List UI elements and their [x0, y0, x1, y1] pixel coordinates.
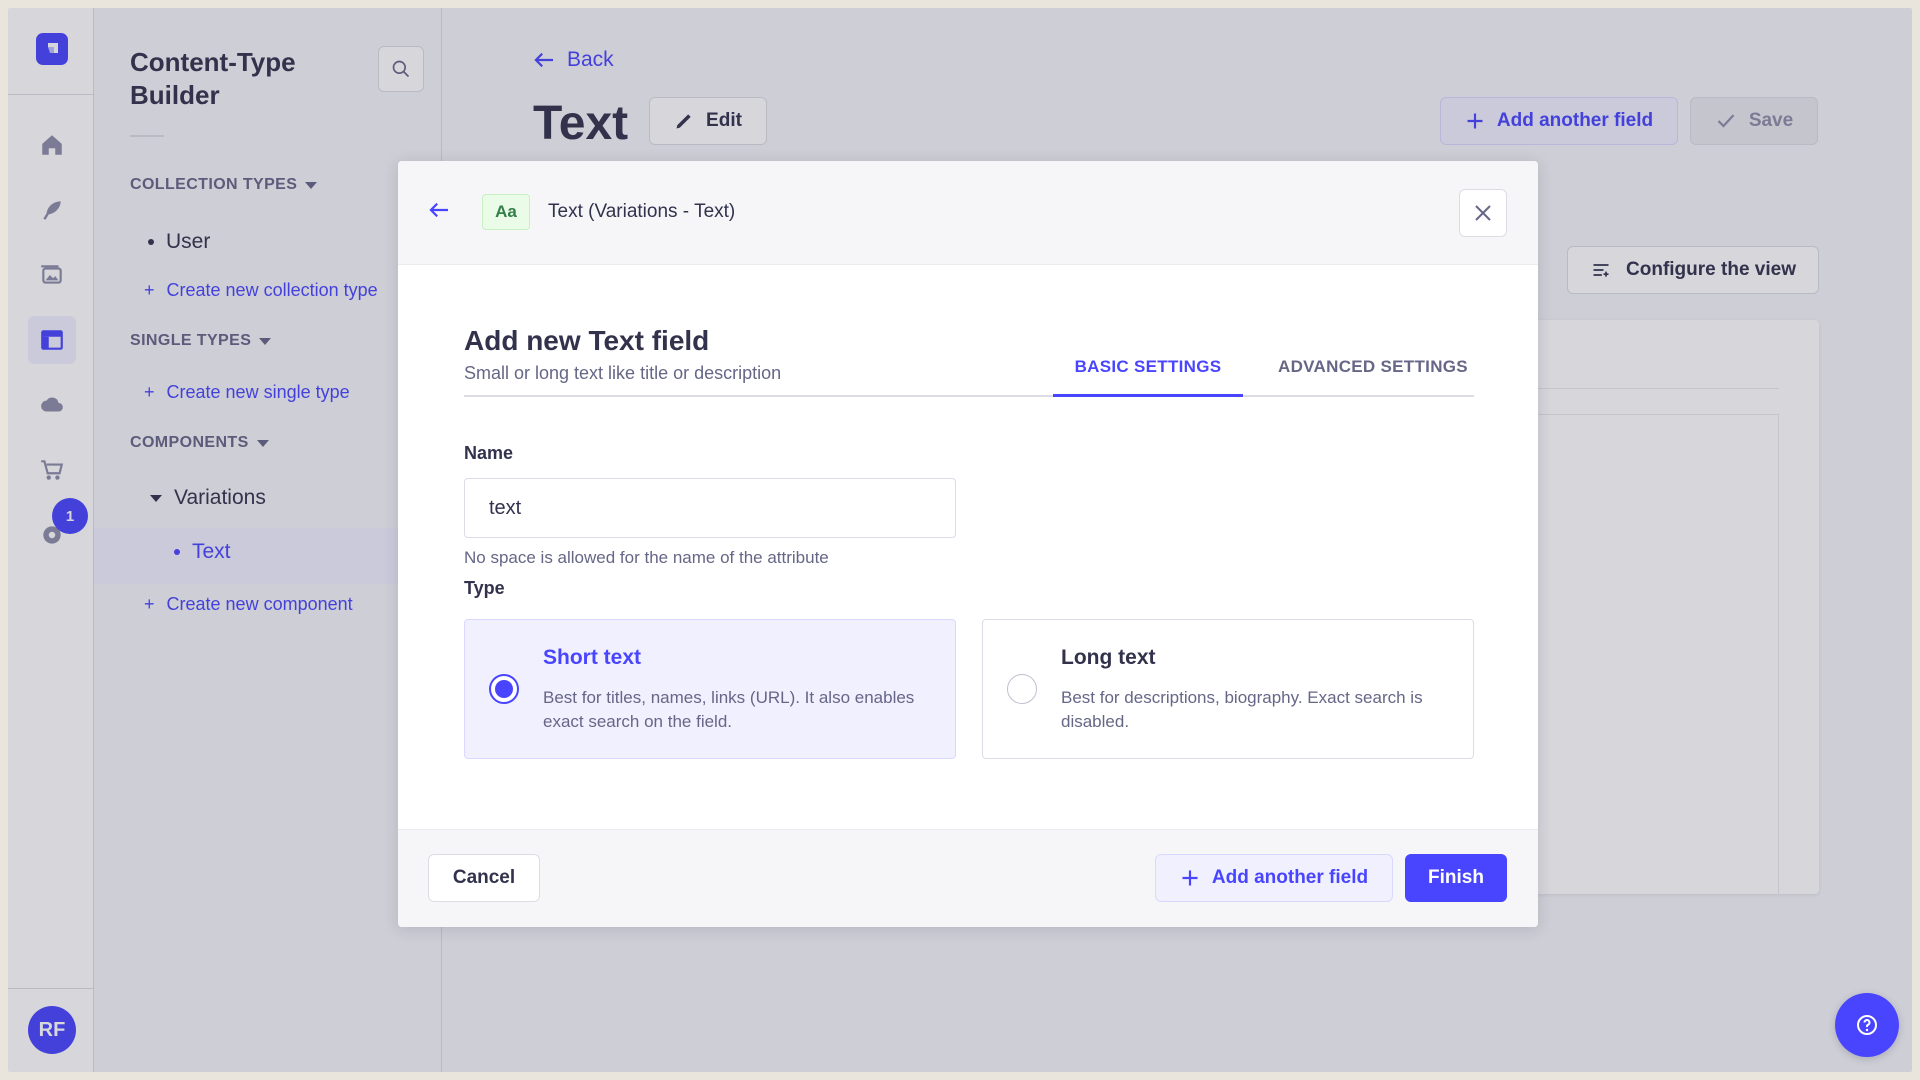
radio-dot — [495, 680, 513, 698]
cancel-button[interactable]: Cancel — [428, 854, 540, 902]
option-description: Best for titles, names, links (URL). It … — [543, 688, 915, 731]
arrow-left-icon — [429, 202, 448, 218]
close-button[interactable] — [1459, 189, 1507, 237]
name-hint: No space is allowed for the name of the … — [464, 548, 829, 567]
option-description: Best for descriptions, biography. Exact … — [1061, 688, 1423, 731]
radio-button[interactable] — [1007, 674, 1037, 704]
modal-heading: Add new Text field — [464, 325, 710, 356]
radio-button[interactable] — [489, 674, 519, 704]
text-type-icon: Aa — [482, 194, 530, 230]
modal-back-button[interactable] — [428, 201, 450, 224]
tab-advanced-settings[interactable]: ADVANCED SETTINGS — [1253, 347, 1493, 397]
name-input[interactable]: text — [464, 478, 956, 538]
button-label: Add another field — [1211, 867, 1369, 888]
modal-header: Aa Text (Variations - Text) — [398, 161, 1538, 265]
name-label: Name — [464, 443, 514, 463]
modal-breadcrumb: Text (Variations - Text) — [548, 201, 736, 222]
option-title: Long text — [1061, 646, 1156, 669]
modal-footer: Cancel Add another field Finish — [398, 829, 1538, 927]
help-button[interactable] — [1835, 993, 1899, 1057]
modal-subheading: Small or long text like title or descrip… — [464, 363, 782, 383]
finish-button[interactable]: Finish — [1405, 854, 1507, 902]
tab-basic-settings[interactable]: BASIC SETTINGS — [1053, 347, 1243, 397]
app-frame: 1 RF Content-Type Builder COLLECTION TYP… — [8, 8, 1912, 1072]
help-icon — [1857, 1015, 1877, 1035]
add-field-modal: Aa Text (Variations - Text) Add new Text… — [398, 161, 1538, 927]
short-text-option[interactable]: Short text Best for titles, names, links… — [464, 619, 956, 759]
option-title: Short text — [543, 646, 642, 669]
plus-icon — [1182, 870, 1198, 886]
type-label: Type — [464, 578, 505, 598]
add-another-field-button[interactable]: Add another field — [1155, 854, 1393, 902]
close-icon — [1475, 205, 1491, 221]
long-text-option[interactable]: Long text Best for descriptions, biograp… — [982, 619, 1474, 759]
